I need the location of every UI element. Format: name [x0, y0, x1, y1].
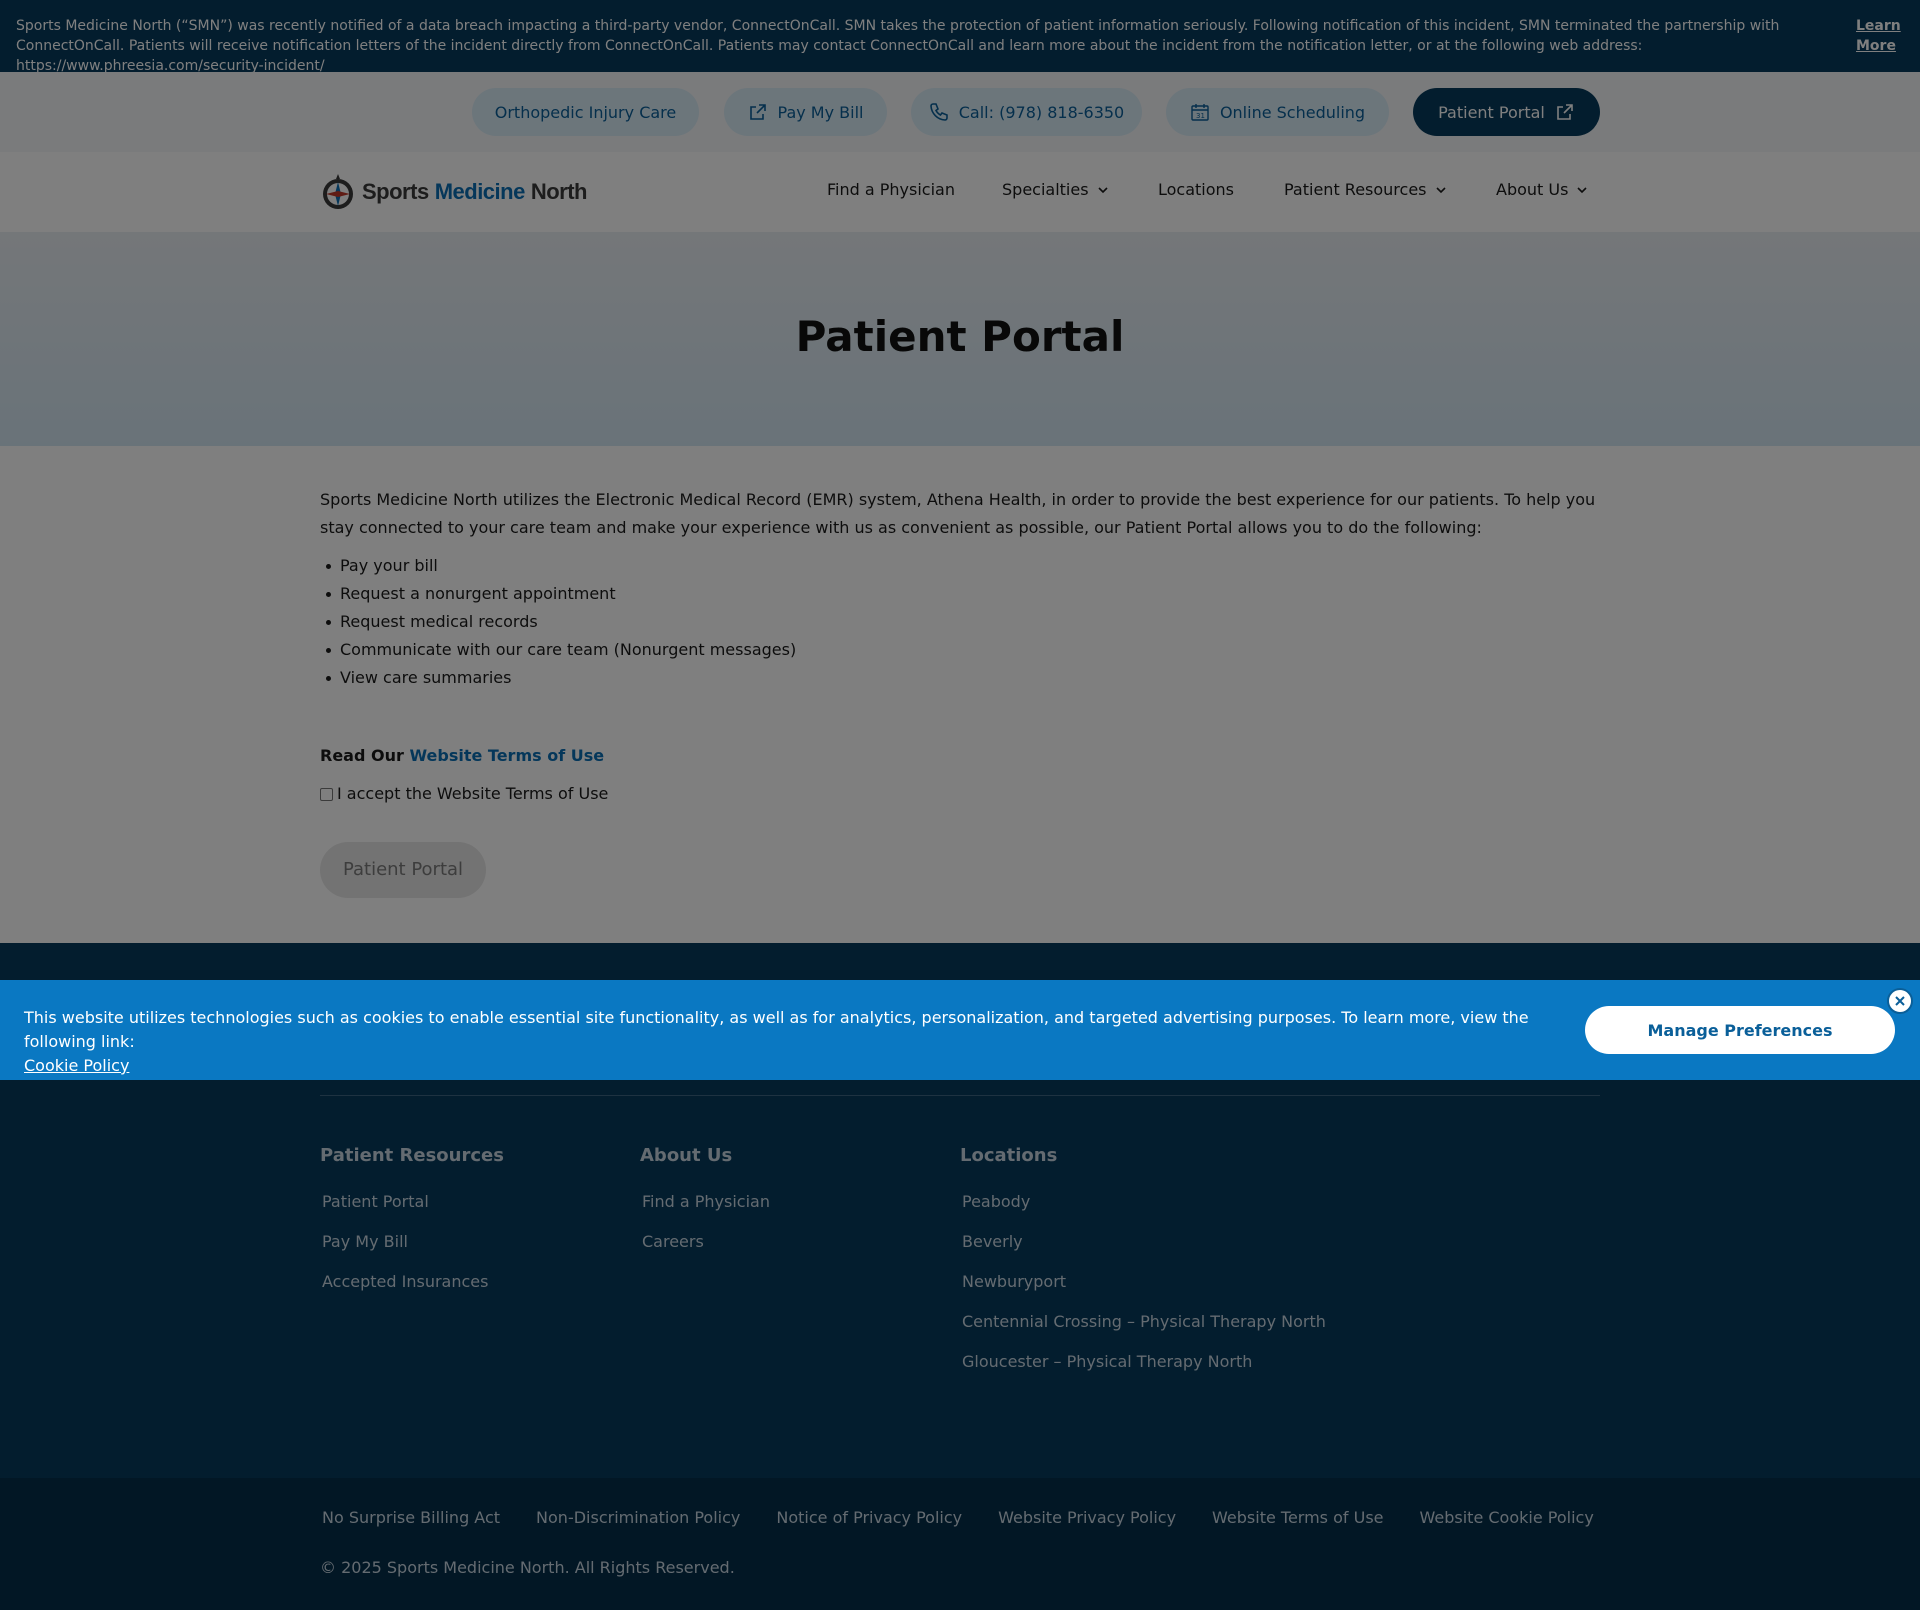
- cookie-banner-text: This website utilizes technologies such …: [24, 1006, 1544, 1078]
- manage-preferences-button[interactable]: Manage Preferences: [1585, 1006, 1895, 1054]
- cookie-close-button[interactable]: [1887, 988, 1913, 1014]
- cookie-banner: This website utilizes technologies such …: [0, 980, 1920, 1080]
- close-icon: [1895, 996, 1905, 1006]
- cookie-policy-link[interactable]: Cookie Policy: [24, 1054, 129, 1078]
- cookie-message: This website utilizes technologies such …: [24, 1008, 1529, 1051]
- modal-overlay: [0, 0, 1920, 1610]
